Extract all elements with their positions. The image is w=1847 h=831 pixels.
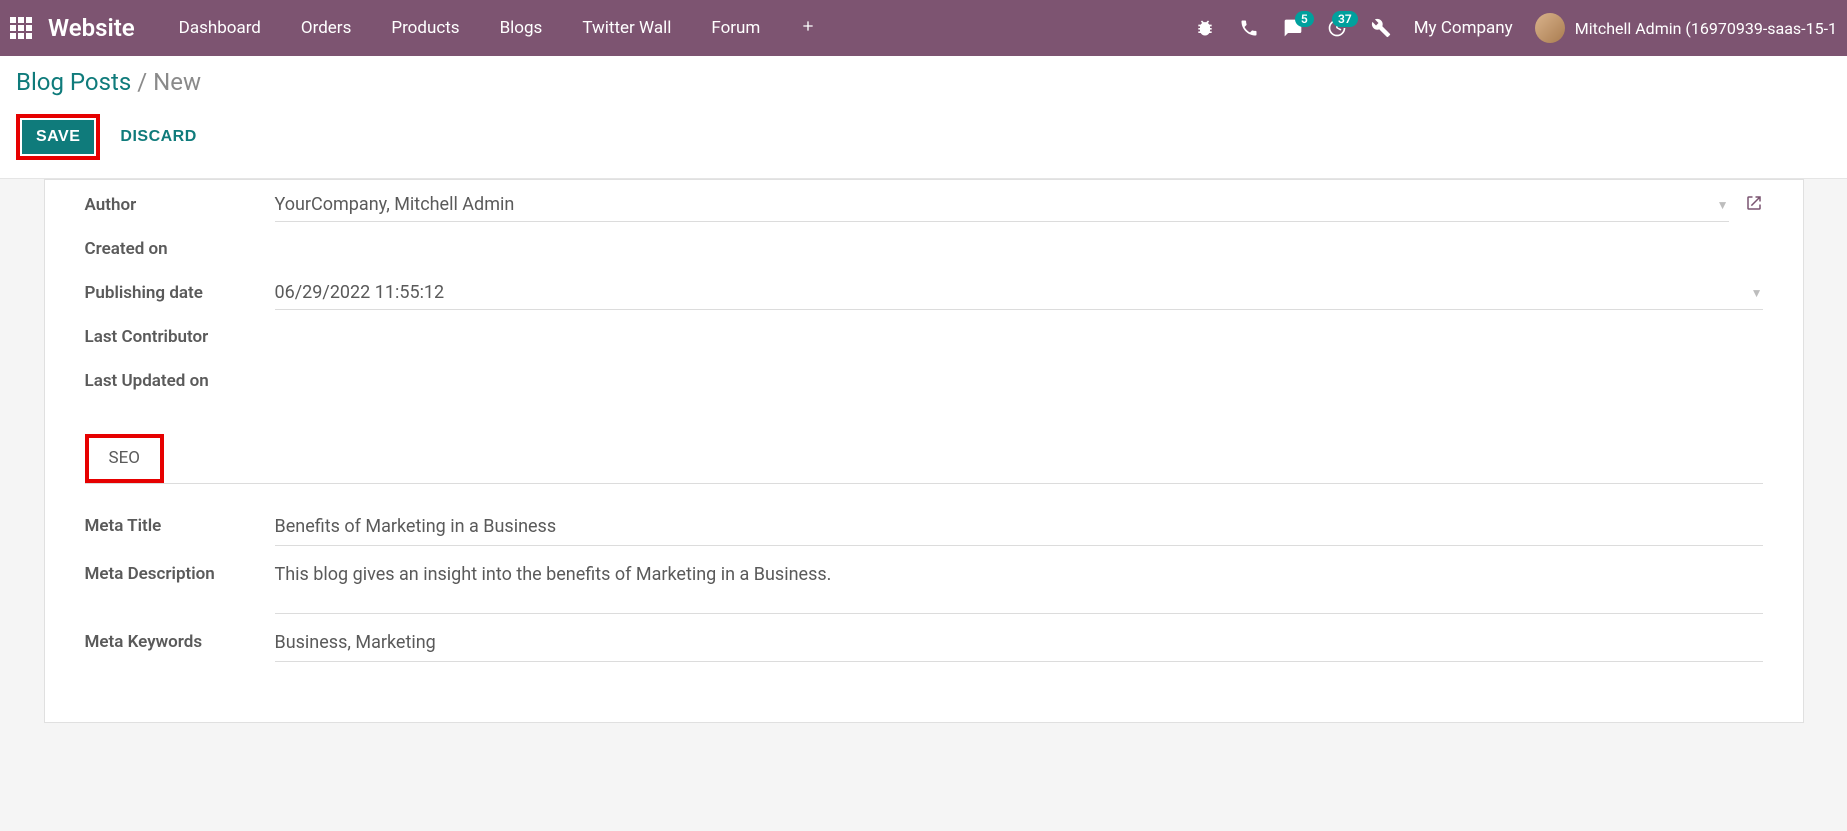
menu-products[interactable]: Products: [371, 18, 479, 39]
menu-add[interactable]: [780, 18, 836, 39]
action-buttons: Save Discard: [16, 114, 1831, 160]
save-button[interactable]: Save: [22, 120, 94, 154]
author-row: Author YourCompany, Mitchell Admin ▼: [85, 180, 1763, 224]
created-on-field: [275, 243, 1763, 255]
avatar: [1535, 13, 1565, 43]
external-link-icon[interactable]: [1745, 194, 1763, 216]
activity-icon[interactable]: 37: [1326, 17, 1348, 39]
menu-orders[interactable]: Orders: [281, 18, 371, 39]
seo-section: Meta Title Benefits of Marketing in a Bu…: [85, 484, 1763, 662]
breadcrumb: Blog Posts / New: [16, 68, 1831, 96]
meta-description-value: This blog gives an insight into the bene…: [275, 564, 832, 585]
last-contributor-label: Last Contributor: [85, 327, 275, 347]
meta-description-label: Meta Description: [85, 556, 275, 584]
meta-title-value: Benefits of Marketing in a Business: [275, 516, 557, 537]
meta-keywords-field[interactable]: Business, Marketing: [275, 624, 1763, 662]
username: Mitchell Admin (16970939-saas-15-1: [1575, 19, 1837, 38]
last-contributor-row: Last Contributor: [85, 312, 1763, 356]
app-brand[interactable]: Website: [48, 14, 135, 42]
form-table: Author YourCompany, Mitchell Admin ▼ Cre…: [85, 180, 1763, 400]
created-on-row: Created on: [85, 224, 1763, 268]
user-menu[interactable]: Mitchell Admin (16970939-saas-15-1: [1535, 13, 1837, 43]
publishing-date-field[interactable]: 06/29/2022 11:55:12 ▼: [275, 276, 1763, 310]
meta-description-row: Meta Description This blog gives an insi…: [85, 556, 1763, 614]
last-contributor-field: [275, 331, 1763, 343]
save-highlight: Save: [16, 114, 100, 160]
control-bar: Blog Posts / New Save Discard: [0, 56, 1847, 179]
created-on-label: Created on: [85, 239, 275, 259]
meta-keywords-row: Meta Keywords Business, Marketing: [85, 624, 1763, 662]
meta-keywords-label: Meta Keywords: [85, 624, 275, 652]
form-sheet: Author YourCompany, Mitchell Admin ▼ Cre…: [44, 179, 1804, 723]
tools-icon[interactable]: [1370, 17, 1392, 39]
top-navbar: Website Dashboard Orders Products Blogs …: [0, 0, 1847, 56]
discard-button[interactable]: Discard: [120, 128, 196, 146]
chevron-down-icon: ▼: [1717, 198, 1729, 212]
tab-seo[interactable]: SEO: [89, 438, 160, 479]
meta-title-label: Meta Title: [85, 508, 275, 536]
publishing-date-value: 06/29/2022 11:55:12: [275, 282, 445, 303]
navbar-right: 5 37 My Company Mitchell Admin (16970939…: [1194, 13, 1837, 43]
author-label: Author: [85, 195, 275, 215]
last-updated-row: Last Updated on: [85, 356, 1763, 400]
tab-bar: SEO: [85, 434, 1763, 484]
publishing-date-row: Publishing date 06/29/2022 11:55:12 ▼: [85, 268, 1763, 312]
meta-description-field[interactable]: This blog gives an insight into the bene…: [275, 556, 1763, 614]
chat-icon[interactable]: 5: [1282, 17, 1304, 39]
menu-blogs[interactable]: Blogs: [480, 18, 563, 39]
breadcrumb-root[interactable]: Blog Posts: [16, 68, 131, 96]
company-selector[interactable]: My Company: [1414, 18, 1513, 38]
chat-badge: 5: [1295, 11, 1314, 27]
meta-title-row: Meta Title Benefits of Marketing in a Bu…: [85, 508, 1763, 546]
activity-badge: 37: [1332, 11, 1358, 27]
chevron-down-icon: ▼: [1751, 286, 1763, 300]
author-field[interactable]: YourCompany, Mitchell Admin ▼: [275, 188, 1729, 222]
navbar-left: Website Dashboard Orders Products Blogs …: [10, 14, 836, 42]
seo-tab-highlight: SEO: [85, 434, 164, 483]
breadcrumb-current: New: [153, 68, 201, 96]
meta-title-field[interactable]: Benefits of Marketing in a Business: [275, 508, 1763, 546]
last-updated-field: [275, 375, 1763, 387]
last-updated-label: Last Updated on: [85, 371, 275, 391]
menu-forum[interactable]: Forum: [691, 18, 780, 39]
main-menu: Dashboard Orders Products Blogs Twitter …: [159, 18, 837, 39]
breadcrumb-sep: /: [137, 68, 147, 96]
menu-twitter-wall[interactable]: Twitter Wall: [562, 18, 691, 39]
content-scroll[interactable]: Author YourCompany, Mitchell Admin ▼ Cre…: [0, 179, 1847, 831]
bug-icon[interactable]: [1194, 17, 1216, 39]
apps-icon[interactable]: [10, 17, 32, 39]
menu-dashboard[interactable]: Dashboard: [159, 18, 281, 39]
publishing-date-label: Publishing date: [85, 283, 275, 303]
phone-icon[interactable]: [1238, 17, 1260, 39]
author-value: YourCompany, Mitchell Admin: [275, 194, 515, 215]
meta-keywords-value: Business, Marketing: [275, 632, 436, 653]
